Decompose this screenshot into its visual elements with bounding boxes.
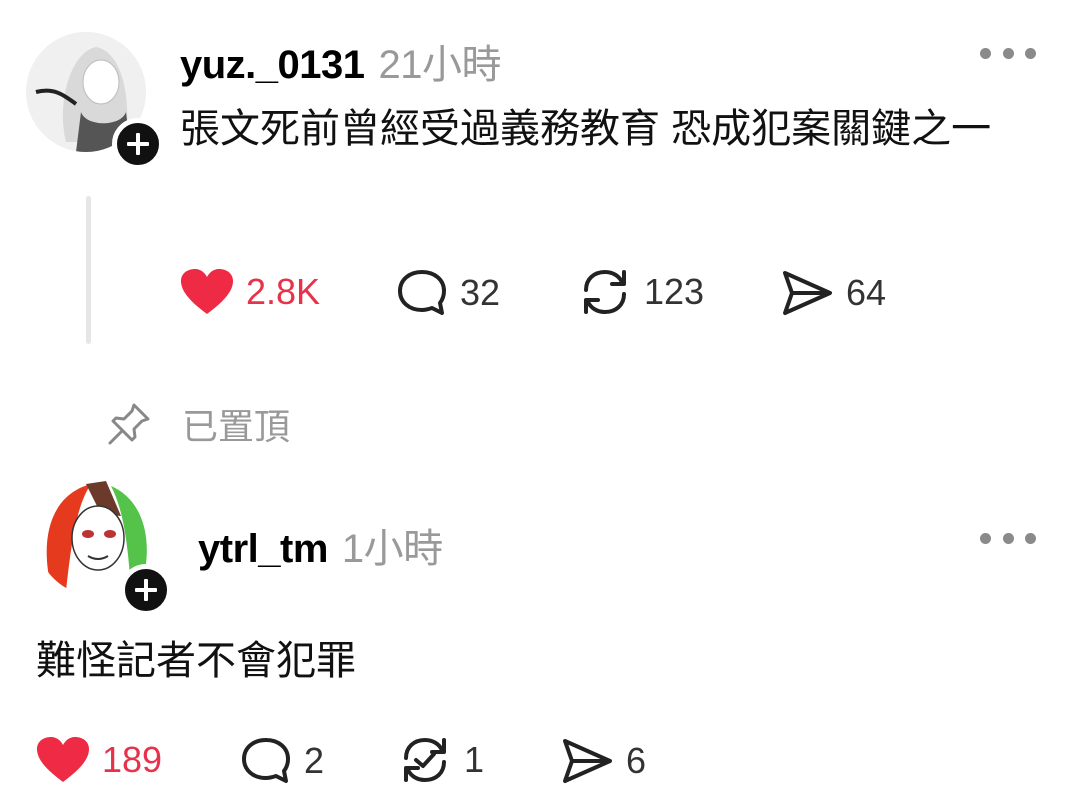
repost-icon — [404, 737, 446, 783]
more-icon — [980, 47, 991, 59]
avatar-wrap[interactable] — [36, 476, 172, 616]
heart-icon — [181, 269, 233, 314]
plus-icon — [127, 133, 149, 155]
more-icon — [980, 532, 991, 544]
comment-count: 32 — [460, 272, 501, 313]
comment-button[interactable]: 2 — [240, 736, 324, 786]
share-icon — [783, 271, 832, 315]
repost-button[interactable]: 123 — [578, 266, 704, 318]
more-options-button[interactable] — [980, 45, 1036, 61]
more-options-button[interactable] — [980, 530, 1036, 546]
pinned-indicator: 已置頂 — [106, 398, 290, 450]
share-button[interactable]: 6 — [560, 736, 646, 786]
username[interactable]: yuz._0131 — [180, 43, 365, 87]
plus-icon — [135, 579, 157, 601]
comment-icon — [242, 738, 290, 783]
comment-count: 2 — [304, 740, 325, 781]
username[interactable]: ytrl_tm — [198, 527, 328, 571]
follow-plus-button[interactable] — [120, 564, 172, 616]
share-button[interactable]: 64 — [780, 268, 886, 318]
pinned-label: 已置頂 — [182, 406, 291, 447]
comment-button[interactable]: 32 — [396, 268, 500, 318]
like-count: 2.8K — [246, 271, 321, 312]
share-count: 6 — [626, 740, 647, 781]
username-row: yuz._0131 21小時 — [180, 32, 502, 90]
repost-icon — [584, 269, 626, 315]
timestamp: 21小時 — [378, 43, 502, 87]
post-text: 難怪記者不會犯罪 — [36, 639, 356, 683]
repost-button[interactable]: 1 — [398, 734, 484, 786]
repost-count: 1 — [464, 739, 485, 780]
pin-icon — [108, 403, 150, 445]
comment-icon — [398, 270, 446, 315]
post-text: 張文死前曾經受過義務教育 恐成犯案關鍵之一 — [180, 107, 992, 151]
like-button[interactable]: 189 — [36, 736, 162, 784]
avatar-wrap[interactable] — [26, 32, 164, 170]
share-icon — [563, 739, 612, 783]
username-row: ytrl_tm 1小時 — [198, 516, 443, 574]
like-button[interactable]: 2.8K — [180, 268, 320, 316]
timestamp: 1小時 — [341, 527, 443, 571]
like-count: 189 — [102, 739, 163, 780]
thread-line — [86, 196, 91, 344]
follow-plus-button[interactable] — [112, 118, 164, 170]
repost-count: 123 — [644, 271, 705, 312]
share-count: 64 — [846, 272, 887, 313]
heart-icon — [37, 737, 89, 782]
